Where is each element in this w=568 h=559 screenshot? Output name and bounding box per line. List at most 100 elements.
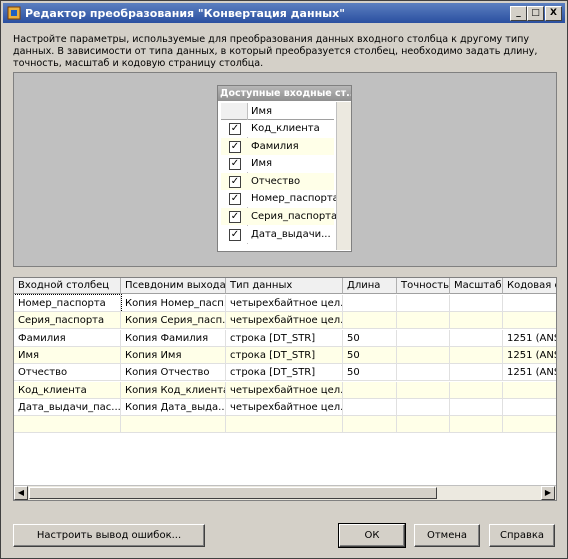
grid-cell[interactable] [397, 329, 450, 347]
grid-cell[interactable] [503, 416, 556, 434]
grid-cell[interactable]: 50 [343, 346, 397, 364]
input-checkbox[interactable]: ✓ [229, 140, 241, 153]
grid-cell[interactable]: Дата_выдачи_пас... [14, 398, 121, 416]
grid-cell[interactable] [343, 398, 397, 416]
grid-cell[interactable] [397, 346, 450, 364]
grid-cell[interactable]: 1251 (ANS [503, 347, 556, 364]
available-input-row[interactable]: ✓ Отчество [221, 172, 334, 190]
grid-cell[interactable]: четырехбайтное цел... [226, 381, 343, 399]
grid-cell[interactable] [397, 381, 450, 399]
grid-cell[interactable] [450, 381, 503, 399]
grid-row[interactable]: Код_клиента Копия Код_клиента четырехбайтн… [14, 381, 556, 399]
grid-cell[interactable] [14, 416, 121, 434]
available-input-row[interactable]: ✓ Фамилия [221, 137, 334, 155]
grid-cell[interactable] [121, 416, 226, 434]
grid-cell[interactable]: строка [DT_STR] [226, 346, 343, 364]
grid-cell[interactable] [450, 398, 503, 416]
grid-cell[interactable] [343, 416, 397, 434]
grid-cell[interactable] [397, 295, 450, 312]
grid-cell[interactable] [450, 312, 503, 330]
grid-row[interactable]: Имя Копия Имя строка [DT_STR] 50 1251 (ANS [14, 346, 556, 364]
grid-cell[interactable]: Код_клиента [14, 381, 121, 399]
grid-cell[interactable] [503, 312, 556, 330]
title-bar[interactable]: Редактор преобразования "Конвертация дан… [3, 3, 565, 23]
grid-cell[interactable] [450, 364, 503, 382]
available-input-row[interactable]: ✓ Серия_паспорта [221, 208, 337, 225]
grid-cell[interactable] [397, 312, 450, 330]
select-all-checkbox-header[interactable] [221, 103, 248, 119]
grid-cell[interactable]: Копия Код_клиента [121, 381, 226, 399]
grid-cell[interactable]: Отчество [14, 364, 121, 382]
grid-cell[interactable]: четырехбайтное цел... [226, 295, 343, 312]
scroll-right-icon[interactable]: ▶ [541, 486, 555, 500]
input-checkbox[interactable]: ✓ [229, 211, 241, 223]
grid-cell[interactable] [397, 364, 450, 382]
scroll-thumb[interactable] [29, 487, 437, 499]
grid-cell[interactable] [226, 416, 343, 434]
grid-cell[interactable]: Фамилия [14, 329, 121, 347]
grid-cell[interactable]: строка [DT_STR] [226, 364, 343, 382]
grid-cell[interactable] [343, 312, 397, 330]
cancel-button[interactable]: Отмена [414, 524, 480, 547]
grid-cell[interactable]: Имя [14, 346, 121, 364]
configure-error-output-button[interactable]: Настроить вывод ошибок... [13, 524, 205, 547]
grid-row[interactable]: Дата_выдачи_пас... Копия Дата_выда... четы… [14, 398, 556, 416]
maximize-button[interactable]: □ [527, 6, 544, 21]
grid-column-header[interactable]: Псевдоним выхода [121, 278, 226, 294]
grid-cell[interactable]: 50 [343, 329, 397, 347]
available-input-row[interactable]: ✓ Код_клиента [221, 120, 334, 137]
grid-cell[interactable]: Серия_паспорта [14, 312, 121, 330]
grid-cell[interactable]: четырехбайтное цел... [226, 312, 343, 330]
ok-button[interactable]: ОК [338, 523, 406, 548]
grid-cell[interactable] [503, 399, 556, 416]
input-checkbox[interactable]: ✓ [229, 123, 241, 135]
grid-cell[interactable] [450, 416, 503, 434]
grid-cell[interactable] [450, 329, 503, 347]
minimize-button[interactable]: _ [510, 6, 527, 21]
grid-column-header[interactable]: Масштаб [450, 278, 503, 294]
grid-row[interactable] [14, 416, 556, 434]
grid-cell[interactable]: Номер_паспорта [14, 294, 122, 313]
grid-cell[interactable] [450, 295, 503, 312]
input-checkbox[interactable]: ✓ [229, 193, 241, 206]
grid-cell[interactable]: Копия Серия_пасп... [121, 312, 226, 330]
grid-column-header[interactable]: Кодовая ст [503, 278, 556, 294]
grid-cell[interactable] [343, 381, 397, 399]
grid-cell[interactable]: четырехбайтное цел... [226, 398, 343, 416]
grid-row[interactable]: Фамилия Копия Фамилия строка [DT_STR] 50 125… [14, 329, 556, 347]
grid-cell[interactable]: Копия Фамилия [121, 329, 226, 347]
close-button[interactable]: X [545, 6, 562, 21]
grid-row[interactable]: Серия_паспорта Копия Серия_пасп... четырех… [14, 312, 556, 330]
grid-cell[interactable]: 1251 (ANS [503, 330, 556, 347]
available-inputs-title[interactable]: Доступные входные ст... [218, 86, 351, 101]
input-checkbox[interactable]: ✓ [229, 228, 241, 241]
grid-cell[interactable]: Копия Отчество [121, 364, 226, 382]
grid-cell[interactable] [343, 295, 397, 312]
grid-row[interactable]: Отчество Копия Отчество строка [DT_STR] 50 1… [14, 364, 556, 382]
grid-cell[interactable]: Копия Номер_пасп... [121, 295, 226, 312]
grid-cell[interactable] [397, 398, 450, 416]
grid-horizontal-scrollbar[interactable]: ◀ ▶ [14, 485, 556, 500]
grid-cell[interactable]: 1251 (ANS [503, 364, 556, 382]
grid-cell[interactable] [450, 346, 503, 364]
grid-cell[interactable]: строка [DT_STR] [226, 329, 343, 347]
input-checkbox[interactable]: ✓ [229, 175, 241, 188]
grid-cell[interactable] [397, 416, 450, 434]
grid-cell[interactable]: 50 [343, 364, 397, 382]
available-input-row[interactable]: ✓ Дата_выдачи... [221, 225, 334, 243]
grid-column-header[interactable]: Точность [397, 278, 450, 294]
input-checkbox[interactable]: ✓ [229, 158, 241, 171]
available-input-row[interactable]: ✓ Имя [221, 155, 334, 173]
grid-column-header[interactable]: Длина [343, 278, 397, 294]
grid-column-header[interactable]: Тип данных [226, 278, 343, 294]
help-button[interactable]: Справка [489, 524, 555, 547]
grid-cell[interactable]: Копия Имя [121, 346, 226, 364]
scroll-left-icon[interactable]: ◀ [14, 486, 28, 500]
inputs-scrollbar[interactable] [336, 102, 351, 250]
grid-row[interactable]: Номер_паспорта Копия Номер_пасп... четырех… [14, 294, 556, 313]
grid-cell[interactable] [503, 295, 556, 312]
grid-column-header[interactable]: Входной столбец [14, 278, 121, 294]
grid-cell[interactable] [503, 382, 556, 399]
available-input-row[interactable]: ✓ Номер_паспорта [221, 190, 339, 208]
grid-cell[interactable]: Копия Дата_выда... [121, 398, 226, 416]
